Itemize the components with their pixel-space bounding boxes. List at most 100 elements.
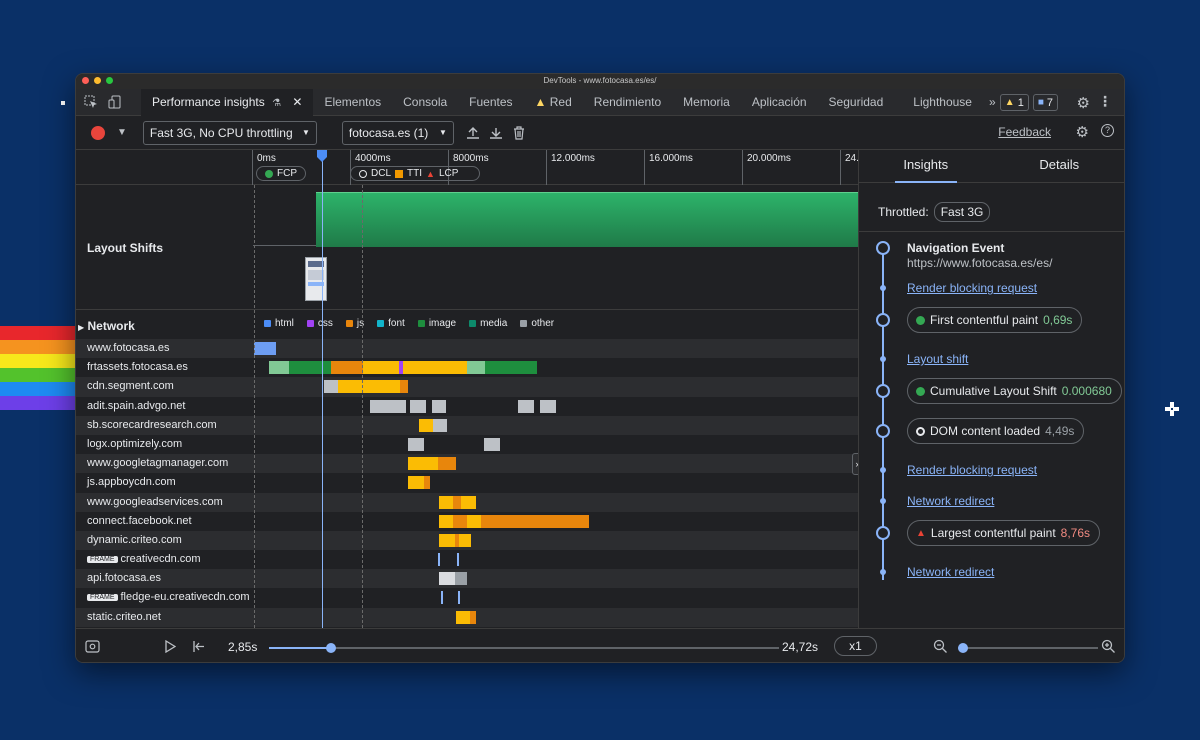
cls-metric[interactable]: Cumulative Layout Shift 0.000680: [907, 378, 1122, 404]
record-menu-chevron-icon[interactable]: ▼: [117, 127, 127, 138]
settings-gear-icon[interactable]: ⚙: [1077, 94, 1090, 112]
inspect-element-icon[interactable]: [79, 89, 103, 116]
warnings-badge[interactable]: ▲ 1: [999, 94, 1029, 111]
playback-speed-button[interactable]: x1: [834, 636, 877, 656]
record-button[interactable]: [91, 125, 105, 140]
play-icon[interactable]: [164, 640, 176, 653]
request-bar[interactable]: [453, 495, 461, 509]
network-redirect-link[interactable]: Network redirect: [907, 494, 994, 508]
help-icon[interactable]: ?: [1101, 124, 1114, 137]
table-row[interactable]: api.fotocasa.es: [76, 569, 858, 589]
table-row[interactable]: js.appboycdn.com: [76, 473, 858, 492]
tab-aplicacion[interactable]: Aplicación: [741, 89, 818, 116]
request-bar[interactable]: [289, 361, 331, 375]
request-bar[interactable]: [481, 514, 589, 528]
render-blocking-link-2[interactable]: Render blocking request: [907, 463, 1037, 477]
request-bar[interactable]: [453, 514, 467, 528]
device-toolbar-icon[interactable]: [103, 89, 127, 116]
request-bar[interactable]: [461, 495, 476, 509]
playback-slider[interactable]: [269, 643, 779, 653]
request-bar[interactable]: [439, 495, 453, 509]
tab-performance-insights[interactable]: Performance insights ⚗ ✕: [141, 88, 314, 116]
request-bar[interactable]: [467, 361, 485, 375]
request-bar[interactable]: [455, 572, 467, 586]
table-row[interactable]: static.criteo.net: [76, 607, 858, 627]
delete-icon[interactable]: [512, 125, 526, 140]
table-row[interactable]: cdn.segment.com: [76, 377, 858, 397]
table-row[interactable]: www.fotocasa.es: [76, 339, 858, 359]
screenshot-toggle-icon[interactable]: [85, 640, 100, 653]
tab-lighthouse[interactable]: Lighthouse: [902, 89, 983, 116]
tab-consola[interactable]: Consola: [392, 89, 458, 116]
settings-icon[interactable]: ⚙: [1076, 123, 1089, 141]
request-bar[interactable]: [484, 437, 500, 451]
page-thumbnail[interactable]: [305, 257, 327, 301]
request-bar[interactable]: [438, 553, 440, 567]
request-bar[interactable]: [467, 514, 481, 528]
request-bar[interactable]: [331, 361, 363, 375]
tab-rendimiento[interactable]: Rendimiento: [583, 89, 672, 116]
messages-badge[interactable]: ■ 7: [1032, 94, 1058, 111]
table-row[interactable]: www.googleadservices.com: [76, 492, 858, 512]
throttle-select[interactable]: Fast 3G, No CPU throttling ▼: [142, 120, 317, 145]
feedback-link[interactable]: Feedback: [998, 125, 1051, 139]
request-bar[interactable]: [400, 380, 408, 394]
request-bar[interactable]: [441, 591, 443, 605]
request-bar[interactable]: [403, 361, 467, 375]
table-row[interactable]: adit.spain.advgo.net: [76, 397, 858, 416]
dcl-tti-lcp-marker[interactable]: DCL TTI ▲ LCP: [350, 166, 480, 181]
tab-insights[interactable]: Insights: [859, 150, 993, 183]
table-row[interactable]: frtassets.fotocasa.es: [76, 358, 858, 377]
tab-red[interactable]: ▲ Red: [524, 89, 583, 116]
zoom-slider[interactable]: [958, 643, 1098, 653]
playback-thumb[interactable]: [326, 643, 336, 653]
fcp-metric[interactable]: First contentful paint 0,69s: [907, 307, 1083, 333]
request-bar[interactable]: [470, 610, 476, 624]
table-row[interactable]: logx.optimizely.com: [76, 435, 858, 454]
zoom-in-icon[interactable]: [1101, 639, 1116, 654]
table-row[interactable]: FRAME fledge-eu.creativecdn.com: [76, 588, 858, 607]
tab-seguridad[interactable]: Seguridad: [818, 89, 895, 116]
request-bar[interactable]: [419, 418, 433, 432]
zoom-thumb[interactable]: [958, 643, 968, 653]
table-row[interactable]: connect.facebook.net: [76, 512, 858, 531]
request-bar[interactable]: [254, 342, 276, 355]
request-bar[interactable]: [457, 553, 459, 567]
render-blocking-link[interactable]: Render blocking request: [907, 281, 1037, 295]
playhead-line[interactable]: [322, 150, 323, 628]
request-bar[interactable]: [456, 610, 470, 624]
layout-shift-link[interactable]: Layout shift: [907, 352, 968, 366]
dcl-metric[interactable]: DOM content loaded 4,49s: [907, 418, 1085, 444]
request-bar[interactable]: [410, 399, 426, 413]
layout-shift-bar[interactable]: [316, 192, 858, 247]
request-bar[interactable]: [363, 361, 399, 375]
tab-details[interactable]: Details: [993, 150, 1125, 182]
request-bar[interactable]: [485, 361, 537, 375]
recording-select[interactable]: fotocasa.es (1) ▼: [341, 120, 454, 145]
request-bar[interactable]: [269, 361, 289, 375]
download-icon[interactable]: [489, 126, 503, 140]
request-bar[interactable]: [433, 418, 447, 432]
lcp-metric[interactable]: ▲ Largest contentful paint 8,76s: [907, 520, 1101, 546]
table-row[interactable]: FRAME creativecdn.com: [76, 550, 858, 569]
close-tab-icon[interactable]: ✕: [292, 95, 302, 109]
request-bar[interactable]: [432, 399, 446, 413]
zoom-out-icon[interactable]: [933, 639, 948, 654]
request-bar[interactable]: [439, 514, 453, 528]
request-bar[interactable]: [370, 399, 406, 413]
table-row[interactable]: dynamic.criteo.com: [76, 530, 858, 551]
tab-elementos[interactable]: Elementos: [313, 89, 392, 116]
request-bar[interactable]: [408, 437, 424, 451]
network-toggle[interactable]: ▶ Network: [78, 319, 135, 333]
request-bar[interactable]: [540, 399, 556, 413]
tab-memoria[interactable]: Memoria: [672, 89, 741, 116]
request-bar[interactable]: [338, 380, 400, 394]
network-redirect-link-2[interactable]: Network redirect: [907, 565, 994, 579]
request-bar[interactable]: [438, 457, 456, 471]
request-bar[interactable]: [424, 476, 430, 490]
request-bar[interactable]: [459, 533, 471, 547]
table-row[interactable]: sb.scorecardresearch.com: [76, 415, 858, 435]
playhead-handle-icon[interactable]: [316, 150, 328, 162]
request-bar[interactable]: [518, 399, 534, 413]
more-options-icon[interactable]: ⋮: [1098, 93, 1112, 110]
